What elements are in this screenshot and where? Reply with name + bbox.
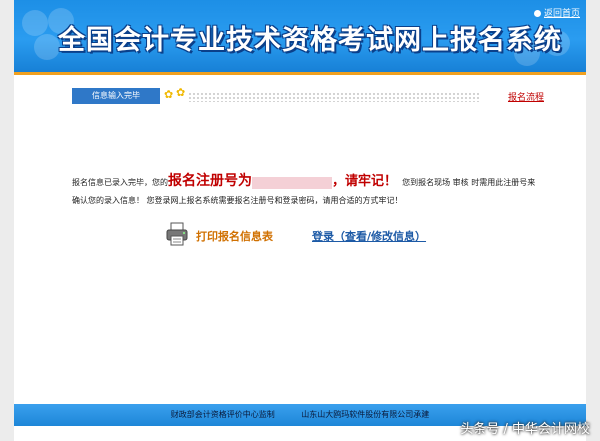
print-form-link[interactable]: 打印报名信息表 — [196, 228, 273, 244]
header-divider — [14, 72, 586, 75]
decor-circle — [34, 34, 60, 60]
header-banner: 全国会计专业技术资格考试网上报名系统 返回首页 — [14, 0, 586, 72]
remember-notice: ，请牢记！ — [332, 174, 398, 189]
watermark: 头条号 / 中华会计网校 — [460, 422, 590, 437]
star-icon: ✿ — [176, 86, 186, 99]
registration-message: 报名信息已录入完毕，您的报名注册号为 ，请牢记！ 您到报名现场 审核 时需用此注册… — [72, 172, 542, 210]
reg-no-label: 报名注册号为 — [168, 173, 252, 189]
registration-flow-link[interactable]: 报名流程 — [508, 90, 544, 103]
message-part1: 报名信息已录入完毕，您的 — [72, 178, 168, 187]
footer-undertaker: 山东山大鸥玛软件股份有限公司承建 — [301, 410, 430, 419]
dotted-strip — [188, 92, 480, 102]
system-title: 全国会计专业技术资格考试网上报名系统 — [58, 25, 562, 56]
home-icon — [533, 10, 541, 17]
star-icon: ✿ — [164, 88, 174, 101]
printer-icon — [166, 222, 188, 246]
back-home-link[interactable]: 返回首页 — [533, 6, 580, 19]
status-row: 信息输入完毕 ✿ ✿ 报名流程 — [72, 86, 544, 106]
footer-supervisor: 财政部会计资格评价中心监制 — [170, 410, 275, 419]
decor-circle — [22, 10, 48, 36]
back-home-label: 返回首页 — [543, 9, 580, 19]
reg-no-value — [252, 176, 332, 189]
status-tab: 信息输入完毕 — [72, 88, 160, 104]
login-view-edit-link[interactable]: 登录（查看/修改信息） — [312, 228, 426, 244]
action-links: 打印报名信息表 登录（查看/修改信息） — [166, 222, 466, 252]
page: 全国会计专业技术资格考试网上报名系统 返回首页 信息输入完毕 ✿ ✿ 报名流程 … — [14, 0, 586, 441]
